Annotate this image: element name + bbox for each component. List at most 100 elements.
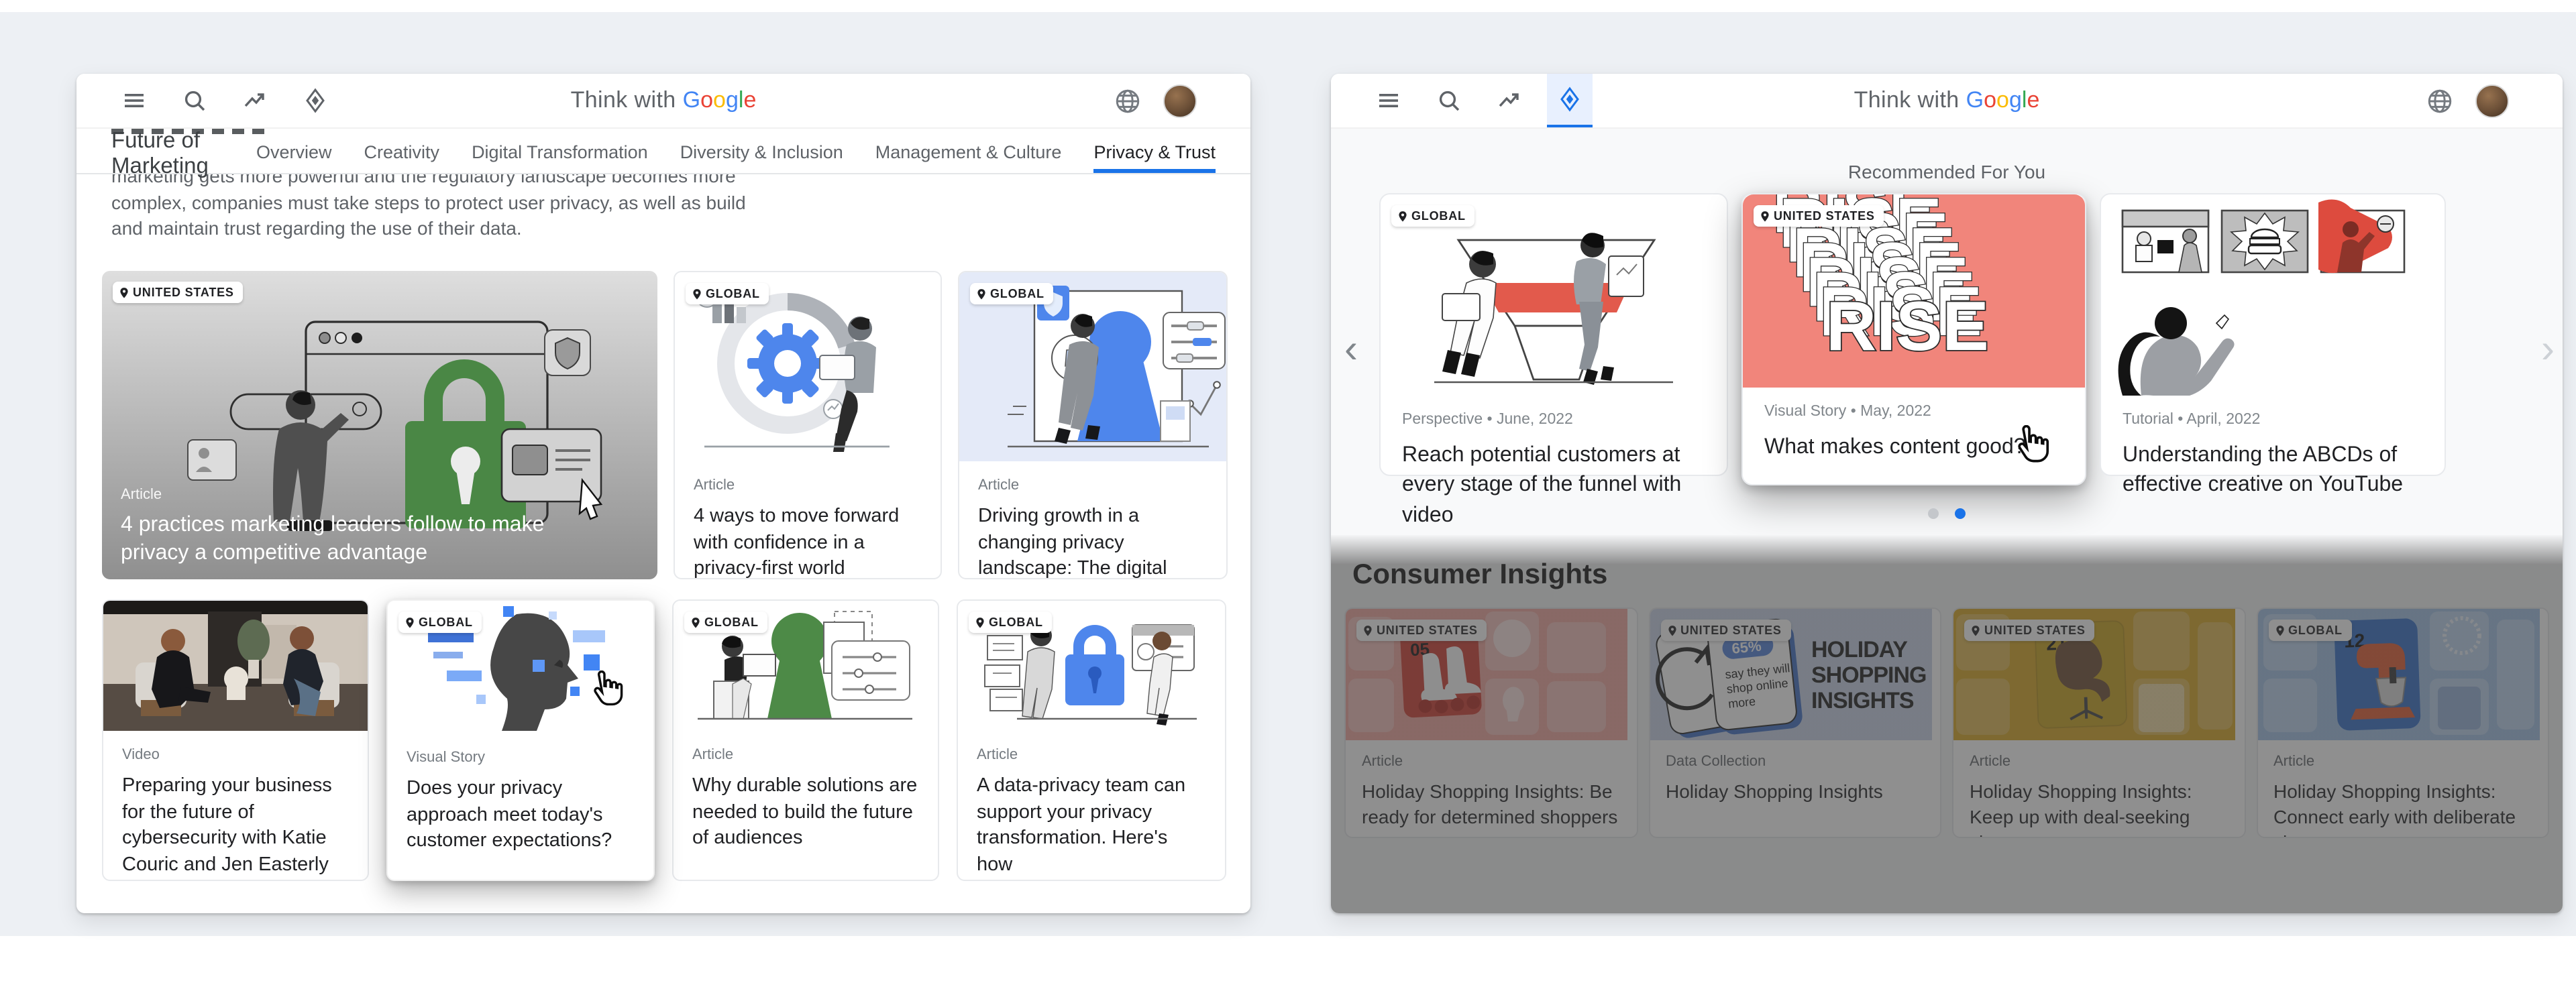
badge-label: UNITED STATES: [133, 286, 234, 299]
search-icon[interactable]: [1426, 74, 1472, 127]
recommended-page: Recommended For You ‹ ›: [1331, 129, 2563, 913]
location-pin-icon: [405, 616, 415, 628]
location-pin-icon: [977, 288, 986, 300]
badge-label: GLOBAL: [704, 616, 759, 629]
insight-card[interactable]: 05 UNITED STATES: [1344, 607, 1638, 838]
spark-diamond-icon[interactable]: [292, 74, 338, 127]
brand-letter: o: [713, 87, 726, 113]
card-meta: Perspective • June, 2022: [1402, 412, 1705, 428]
browser-window-left: Think withGoogle Future of Marketing Ove…: [76, 74, 1250, 913]
brand-letter: g: [726, 87, 739, 113]
location-badge: GLOBAL: [2268, 620, 2352, 641]
card-title: Holiday Shopping Insights: [1666, 779, 1924, 805]
badge-label: UNITED STATES: [1984, 624, 2086, 637]
card-label: Data Collection: [1666, 754, 1924, 770]
site-header: Think withGoogle: [1331, 74, 2563, 129]
article-card[interactable]: GLOBAL Article Driving growth in a chang…: [958, 271, 1228, 579]
tab-overview[interactable]: Overview: [256, 134, 332, 173]
article-card[interactable]: GLOBAL Article Why durable solutions are…: [672, 599, 939, 881]
badge-label: GLOBAL: [2288, 624, 2343, 637]
search-icon[interactable]: [172, 74, 217, 127]
tab-digital-transformation[interactable]: Digital Transformation: [472, 134, 648, 173]
insight-card[interactable]: 12 GLOBAL: [2256, 607, 2549, 838]
svg-text:HOLIDAY: HOLIDAY: [1811, 637, 1907, 662]
carousel-dot[interactable]: [1928, 508, 1939, 519]
section-subnav: Future of Marketing Overview Creativity …: [76, 134, 1250, 174]
bottom-band: [0, 936, 2576, 991]
brand-letter: o: [700, 87, 713, 113]
card-title: 4 practices marketing leaders follow to …: [121, 513, 564, 569]
svg-text:SHOPPING: SHOPPING: [1811, 662, 1925, 688]
site-header: Think withGoogle: [76, 74, 1250, 129]
badge-label: UNITED STATES: [1377, 624, 1478, 637]
card-title: Holiday Shopping Insights: Keep up with …: [1970, 779, 2228, 838]
chevron-right-icon[interactable]: ›: [2541, 330, 2555, 370]
video-card[interactable]: Video Preparing your business for the fu…: [102, 599, 369, 881]
location-pin-icon: [1760, 210, 1770, 222]
carousel-card[interactable]: Tutorial • April, 2022 Understanding the…: [2100, 193, 2446, 476]
location-pin-icon: [1971, 624, 1980, 636]
carousel-card-hovered[interactable]: RISE RISE RISE RISE RISE RISE RISE RISE …: [1741, 193, 2086, 485]
spark-diamond-icon-active[interactable]: [1547, 74, 1593, 127]
badge-label: GLOBAL: [1411, 209, 1466, 223]
globe-icon[interactable]: [2426, 86, 2454, 115]
visual-story-card[interactable]: GLOBAL Visual Story Does your privacy ap…: [386, 599, 655, 881]
card-meta: Tutorial • April, 2022: [2123, 412, 2423, 428]
article-card[interactable]: GLOBAL Article 4 ways to move forward wi…: [674, 271, 942, 579]
card-label: Article: [694, 477, 922, 493]
carousel-card[interactable]: GLOBAL Perspective • June, 2022 Reach po…: [1379, 193, 1728, 476]
brand-letter: g: [2009, 87, 2022, 113]
trending-icon[interactable]: [1487, 74, 1532, 127]
desktop: Think withGoogle Future of Marketing Ove…: [0, 0, 2576, 991]
carousel-dot-active[interactable]: [1955, 508, 1966, 519]
insight-card[interactable]: 65% say they will shop online more HOLID…: [1648, 607, 1941, 838]
location-badge: UNITED STATES: [1754, 205, 1884, 227]
card-title: Does your privacy approach meet today's …: [407, 776, 635, 855]
top-band: [0, 0, 2576, 12]
chevron-left-icon[interactable]: ‹: [1344, 330, 1358, 370]
card-label: Article: [2273, 754, 2532, 770]
featured-article-card[interactable]: UNITED STATES Article 4 practices market…: [102, 271, 657, 579]
brand-letter: o: [1984, 87, 1996, 113]
article-card[interactable]: GLOBAL Article A data-privacy team can s…: [957, 599, 1226, 881]
card-title: 4 ways to move forward with confidence i…: [694, 504, 922, 579]
insight-card[interactable]: 21 UNITED STATES: [1952, 607, 2245, 838]
google-logo: Google: [683, 87, 757, 114]
card-title: Why durable solutions are needed to buil…: [692, 774, 919, 852]
location-badge: UNITED STATES: [113, 282, 244, 303]
globe-icon[interactable]: [1114, 86, 1142, 115]
avatar[interactable]: [2475, 84, 2509, 117]
location-pin-icon: [2275, 624, 2284, 636]
location-badge: UNITED STATES: [1660, 620, 1791, 641]
card-label: Article: [121, 487, 564, 504]
tab-privacy-trust[interactable]: Privacy & Trust: [1093, 134, 1216, 173]
brand-letter: e: [743, 87, 756, 113]
tab-diversity-inclusion[interactable]: Diversity & Inclusion: [680, 134, 843, 173]
trending-icon[interactable]: [232, 74, 278, 127]
tab-creativity[interactable]: Creativity: [364, 134, 440, 173]
section-title: Future of Marketing: [111, 134, 256, 173]
card-label: Visual Story: [407, 750, 635, 766]
menu-icon[interactable]: [111, 74, 157, 127]
avatar[interactable]: [1163, 84, 1197, 117]
tab-management-culture[interactable]: Management & Culture: [875, 134, 1062, 173]
location-pin-icon: [691, 616, 700, 628]
hand-cursor-icon: [584, 671, 624, 713]
location-pin-icon: [1667, 624, 1676, 636]
badge-label: UNITED STATES: [1680, 624, 1782, 637]
brand-letter: e: [2027, 87, 2039, 113]
intro-paragraph: marketing gets more powerful and the reg…: [111, 164, 1250, 243]
card-title: Driving growth in a changing privacy lan…: [978, 504, 1208, 579]
intro-line: and maintain trust regarding the use of …: [111, 216, 1250, 242]
menu-icon[interactable]: [1366, 74, 1411, 127]
card-title: Preparing your business for the future o…: [122, 774, 349, 879]
card-label: Article: [1970, 754, 2228, 770]
svg-text:RISE: RISE: [1826, 288, 1989, 365]
location-badge: GLOBAL: [686, 283, 769, 304]
recommended-heading: Recommended For You: [1331, 161, 2563, 182]
badge-label: GLOBAL: [706, 287, 760, 300]
svg-text:more: more: [1727, 695, 1756, 711]
badge-label: UNITED STATES: [1774, 209, 1875, 223]
card-label: Article: [977, 747, 1206, 763]
badge-label: GLOBAL: [419, 616, 473, 629]
